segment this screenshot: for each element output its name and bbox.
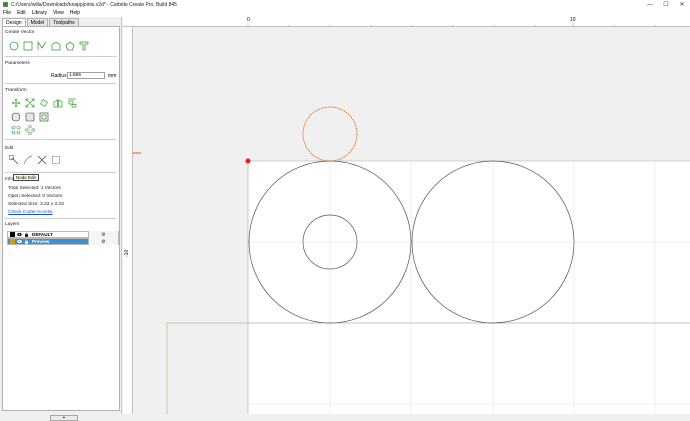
node-edit-icon[interactable] [9,155,19,165]
polygon-tool-icon[interactable] [65,41,75,51]
offset-icon[interactable] [25,112,35,122]
move-icon[interactable] [11,98,21,108]
trim-icon[interactable] [23,155,33,165]
gear-icon[interactable]: ⚙ [88,231,118,238]
section-edit: Edit [5,146,14,151]
design-panel: Create Vector Parameters Radius 1.665 mm… [2,26,120,421]
circle-tool-icon[interactable] [9,41,19,51]
divider [5,218,117,219]
bounding-box-icon[interactable] [51,155,61,165]
radius-label: Radius [51,73,67,79]
curve-tool-icon[interactable] [51,41,61,51]
stock-area [248,161,690,414]
ruler-label: -10 [124,249,130,257]
menu-bar: File Edit Library View Help [0,9,690,17]
design-canvas-area: 0 10 -10 [123,17,690,414]
left-panel: Design Model Toolpaths Create Vector Par… [0,17,122,421]
weld-icon[interactable] [11,112,21,122]
layer-color-swatch[interactable] [10,239,15,244]
layer-color-swatch[interactable] [10,232,15,237]
layer-row-preview[interactable]: Preview ⚙ [7,238,119,245]
align-icon[interactable] [67,98,77,108]
mirror-icon[interactable] [53,98,63,108]
radius-unit: mm [108,73,117,79]
menu-file[interactable]: File [3,10,11,16]
menu-edit[interactable]: Edit [17,10,26,16]
divider [5,172,117,173]
text-tool-icon[interactable] [79,41,89,51]
circular-array-icon[interactable] [25,125,35,135]
minimize-button[interactable]: — [642,0,658,9]
polyline-tool-icon[interactable] [37,41,47,51]
divider [5,56,117,57]
origin-marker [245,158,251,164]
layer-row-default[interactable]: DEFAULT ⚙ [7,231,119,238]
tab-design[interactable]: Design [2,18,26,26]
ruler-label: 0 [247,17,250,23]
node-edit-tooltip: Node Edit [13,174,39,181]
tab-toolpaths[interactable]: Toolpaths [49,18,79,26]
rotate-icon[interactable] [39,98,49,108]
divider [5,139,117,140]
scale-icon[interactable] [25,98,35,108]
radius-input[interactable]: 1.665 [67,72,105,79]
layer-name: DEFAULT [32,232,53,237]
maximize-button[interactable]: ☐ [658,0,674,9]
lock-icon[interactable] [24,232,29,237]
lock-icon[interactable] [24,239,29,244]
array-icon[interactable] [11,125,21,135]
layer-name: Preview [32,239,50,244]
open-selected-text: Open Selected: 0 Vectors [8,194,63,199]
drawing-canvas[interactable] [133,27,690,414]
menu-library[interactable]: Library [32,10,47,16]
divider [5,83,117,84]
split-icon[interactable] [37,155,47,165]
total-selected-text: Total Selected: 1 Vectors [8,186,61,191]
section-layers: Layers [5,222,20,227]
section-parameters: Parameters [5,61,30,66]
section-create-vector: Create Vector [5,30,35,35]
ruler-left: -10 [123,27,133,414]
gear-icon[interactable]: ⚙ [88,238,118,245]
section-transform: Transform [5,88,27,93]
window-title: C:/Users/willa/Downloads/knappjoints.c2d… [11,1,177,8]
check-cutter-access-link[interactable]: Check Cutter Access [8,210,53,215]
ruler-label: 10 [570,17,576,23]
menu-view[interactable]: View [53,10,64,16]
rectangle-tool-icon[interactable] [23,41,33,51]
boolean-icon[interactable] [39,112,49,122]
selected-size-text: Selected Size: 3.33 x 3.33 [8,202,64,207]
app-logo-icon [3,2,8,7]
panel-tabs: Design Model Toolpaths [2,18,80,26]
add-layer-button[interactable]: + [50,415,78,421]
window-controls: — ☐ ✕ [642,0,690,9]
tab-model[interactable]: Model [26,18,49,26]
ruler-top: 0 10 [123,17,690,27]
eye-icon[interactable] [17,232,22,237]
title-bar: C:/Users/willa/Downloads/knappjoints.c2d… [0,0,690,9]
menu-help[interactable]: Help [70,10,80,16]
close-button[interactable]: ✕ [674,0,690,9]
eye-icon[interactable] [17,239,22,244]
section-info: Info [5,177,14,182]
